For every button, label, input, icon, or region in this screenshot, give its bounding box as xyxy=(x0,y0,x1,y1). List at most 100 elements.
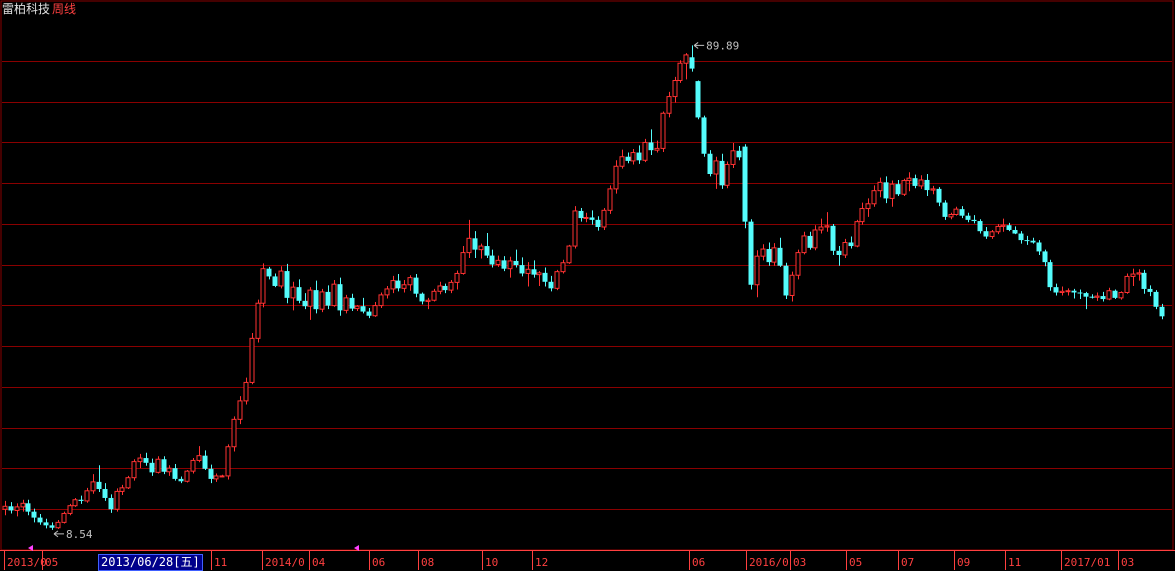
candle-body-down xyxy=(1141,272,1147,289)
annotation-arrow xyxy=(53,530,64,538)
candle-body-up xyxy=(307,289,313,307)
candle-body-up xyxy=(1059,290,1065,294)
candle-body-down xyxy=(578,210,584,219)
candle-body-up xyxy=(213,475,219,480)
candle-body-down xyxy=(349,297,355,309)
candle-body-up xyxy=(536,272,542,276)
candle-body-up xyxy=(219,475,225,478)
candle-body-up xyxy=(672,80,678,98)
high-price-label: 89.89 xyxy=(706,39,739,52)
candle-body-down xyxy=(689,57,695,69)
candle-body-up xyxy=(384,288,390,296)
candle-body-down xyxy=(719,160,725,186)
candle-body-up xyxy=(871,190,877,205)
candle-body-down xyxy=(542,272,548,282)
candle-body-up xyxy=(795,252,801,276)
candle-body-up xyxy=(683,54,689,64)
candle-body-up xyxy=(525,268,531,274)
candle-body-up xyxy=(437,285,443,292)
candle-body-down xyxy=(636,152,642,161)
candle-body-down xyxy=(1053,287,1059,293)
candle-body-down xyxy=(442,285,448,291)
x-tick-label: 12 xyxy=(535,556,548,569)
candle-body-up xyxy=(495,259,501,266)
candle-body-down xyxy=(701,117,707,154)
candle-body-up xyxy=(55,521,61,529)
candle-body-up xyxy=(84,490,90,502)
candle-body-up xyxy=(554,271,560,289)
candle-body-up xyxy=(319,291,325,310)
candle-body-up xyxy=(666,96,672,114)
candle-body-up xyxy=(1065,290,1071,293)
candle-body-down xyxy=(883,182,889,199)
candle-body-up xyxy=(789,274,795,296)
candle-body-down xyxy=(413,277,419,294)
candle-body-up xyxy=(278,270,284,287)
candle-body-down xyxy=(830,225,836,251)
candle-body-down xyxy=(149,462,155,473)
candle-body-up xyxy=(343,297,349,311)
plot-frame xyxy=(0,0,1174,551)
candle-body-up xyxy=(1118,292,1124,299)
candle-body-down xyxy=(971,219,977,222)
candle-body-up xyxy=(249,337,255,383)
candle-body-up xyxy=(407,277,413,286)
x-tick-label: 07 xyxy=(901,556,914,569)
annotation-arrow xyxy=(693,42,705,49)
candle-body-up xyxy=(401,284,407,289)
candle-body-down xyxy=(1083,293,1089,297)
candle-body-up xyxy=(724,163,730,186)
candle-body-up xyxy=(713,160,719,175)
candle-body-up xyxy=(67,505,73,514)
candle-body-up xyxy=(155,458,161,473)
candle-body-down xyxy=(648,142,654,151)
candle-body-down xyxy=(707,153,713,174)
candle-body-up xyxy=(953,208,959,215)
candle-body-down xyxy=(108,497,114,510)
candle-body-up xyxy=(812,229,818,249)
candle-body-up xyxy=(2,505,8,510)
candles xyxy=(2,45,1165,530)
candlestick-chart[interactable]: 89.898.54 2013/005 11 2014/0 04 06 08 10 12 06 20… xyxy=(0,0,1175,570)
candle-body-up xyxy=(354,305,360,310)
candle-body-down xyxy=(1006,225,1012,230)
candle-body-up xyxy=(877,181,883,192)
candle-body-up xyxy=(72,499,78,507)
candle-body-up xyxy=(454,272,460,283)
candle-body-up xyxy=(613,165,619,190)
candle-body-down xyxy=(1042,251,1048,263)
candle-body-up xyxy=(607,188,613,211)
candle-body-up xyxy=(166,467,172,473)
candle-body-down xyxy=(531,269,537,275)
candle-body-down xyxy=(1030,240,1036,243)
candle-body-up xyxy=(854,221,860,247)
x-tick-label: 10 xyxy=(485,556,498,569)
candle-body-down xyxy=(501,260,507,269)
x-tick-label: 06 xyxy=(692,556,705,569)
candle-body-up xyxy=(61,512,67,523)
x-tick-label: 04 xyxy=(312,556,326,569)
candle-body-up xyxy=(90,481,96,492)
candle-body-down xyxy=(895,184,901,195)
candle-body-down xyxy=(284,271,290,298)
candle-body-up xyxy=(425,299,431,302)
x-tick-label: 2017/01 xyxy=(1064,556,1110,569)
candle-body-down xyxy=(161,459,167,472)
candle-body-down xyxy=(959,209,965,216)
candle-body-up xyxy=(619,156,625,167)
candle-body-up xyxy=(190,459,196,472)
candle-body-down xyxy=(325,291,331,306)
candle-body-down xyxy=(777,247,783,266)
candle-body-up xyxy=(660,112,666,149)
candle-body-down xyxy=(1047,262,1053,288)
candle-body-up xyxy=(677,62,683,82)
candle-body-down xyxy=(37,517,43,523)
candle-body-down xyxy=(272,276,278,286)
candle-body-down xyxy=(1071,290,1077,293)
candle-body-up xyxy=(20,502,26,508)
candle-body-up xyxy=(901,180,907,195)
candle-body-up xyxy=(1124,275,1130,294)
candle-body-down xyxy=(1036,242,1042,252)
candle-body-up xyxy=(1136,272,1142,275)
candle-body-down xyxy=(337,284,343,311)
